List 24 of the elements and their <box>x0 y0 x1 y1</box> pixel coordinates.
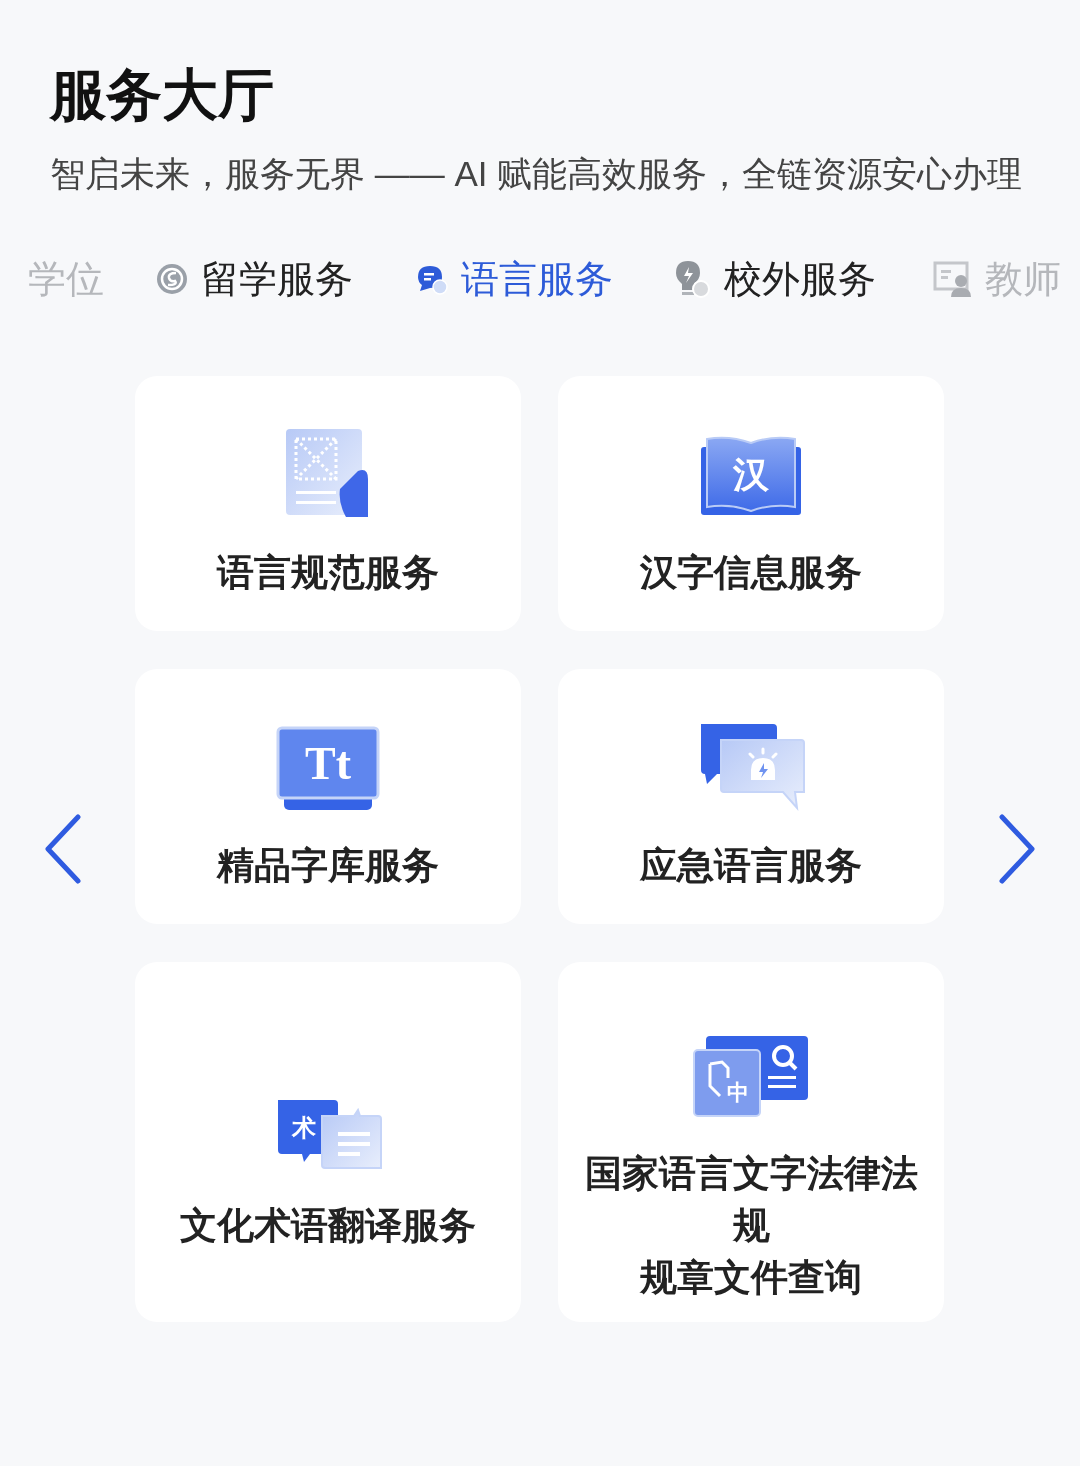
service-card[interactable]: 语言规范服务 <box>135 376 521 631</box>
service-label: 文化术语翻译服务 <box>180 1204 476 1248</box>
alarm-chat-icon <box>701 723 805 809</box>
service-label: 规章文件查询 <box>640 1256 862 1300</box>
service-label: 精品字库服务 <box>217 843 439 888</box>
service-label: 应急语言服务 <box>640 843 862 888</box>
chevron-right-icon <box>997 813 1037 884</box>
category-tab[interactable]: 语言服务 <box>415 244 613 314</box>
chevron-left-icon <box>42 813 83 884</box>
teacher-icon <box>933 259 973 299</box>
service-card[interactable]: 中 国家语言文字法律法规 规章文件查询 <box>558 962 944 1322</box>
service-card[interactable]: Tt 精品字库服务 <box>135 669 521 924</box>
service-label: 汉字信息服务 <box>640 550 862 595</box>
service-label: 语言规范服务 <box>217 550 439 595</box>
page-title: 服务大厅 <box>50 61 275 129</box>
category-tab[interactable]: 校外服务 <box>672 244 876 314</box>
category-tab[interactable]: 留学服务 <box>155 244 353 314</box>
globe-icon <box>155 262 189 296</box>
service-card[interactable]: 应急语言服务 <box>558 669 944 924</box>
service-card[interactable]: 术 文化术语翻译服务 <box>135 962 521 1322</box>
service-card[interactable]: 汉 汉字信息服务 <box>558 376 944 631</box>
document-hand-icon <box>286 428 368 517</box>
page-subtitle: 智启未来，服务无界 —— AI 赋能高效服务，全链资源安心办理 <box>50 153 1024 195</box>
service-label: 国家语言文字法律法规 <box>583 1152 919 1248</box>
